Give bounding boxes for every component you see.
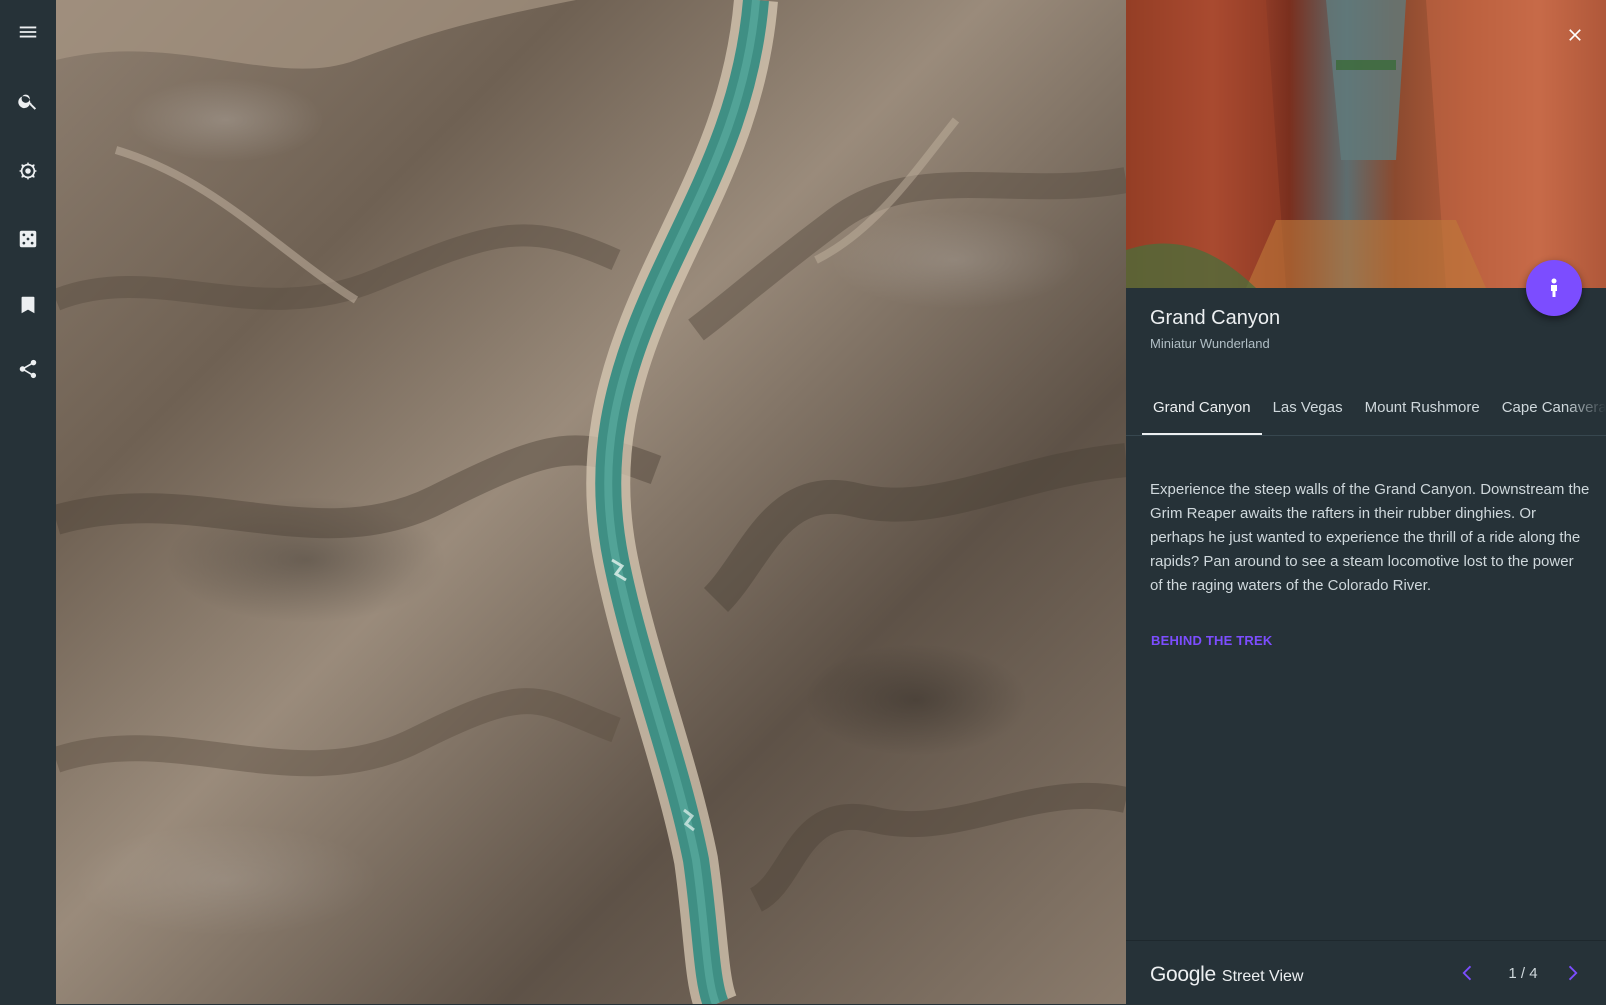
tab-grand-canyon[interactable]: Grand Canyon	[1142, 384, 1262, 435]
next-button[interactable]	[1558, 959, 1586, 987]
street-view-wordmark: Street View	[1221, 968, 1304, 985]
google-street-view-logo: Google Street View	[1150, 963, 1303, 987]
menu-icon	[19, 26, 37, 38]
place-title: Grand Canyon	[1150, 307, 1281, 329]
search-button[interactable]	[12, 85, 44, 117]
search-icon	[18, 94, 37, 110]
previous-button[interactable]	[1454, 959, 1482, 987]
street-view-pegman-button[interactable]	[1526, 260, 1582, 316]
satellite-map-view[interactable]	[56, 0, 1126, 1004]
left-nav-rail	[0, 0, 56, 1004]
location-tabs: Grand Canyon Las Vegas Mount Rushmore Cape …	[1142, 384, 1606, 435]
bookmarks-button[interactable]	[12, 289, 44, 321]
pegman-icon	[1551, 278, 1557, 297]
page-indicator: 1 / 4	[1508, 965, 1538, 982]
tab-mount-rushmore[interactable]: Mount Rushmore	[1354, 384, 1491, 435]
hero-photo[interactable]	[1126, 0, 1606, 288]
chevron-left-icon	[1462, 965, 1472, 981]
share-icon	[19, 359, 37, 379]
behind-the-trek-link[interactable]: BEHIND THE TREK	[1151, 633, 1272, 648]
place-description: Experience the steep walls of the Grand …	[1150, 481, 1590, 594]
panel-footer: Google Street View 1 / 4	[1126, 940, 1606, 1005]
share-button[interactable]	[12, 353, 44, 385]
close-icon	[1569, 29, 1581, 41]
tab-las-vegas[interactable]: Las Vegas	[1262, 384, 1354, 435]
tabs-overflow-fade	[1566, 384, 1606, 435]
place-subtitle: Miniatur Wunderland	[1150, 336, 1270, 351]
close-button[interactable]	[1560, 20, 1590, 50]
canyon-terrain	[56, 0, 1126, 1004]
chevron-right-icon	[1568, 965, 1578, 981]
dice-icon	[19, 230, 37, 248]
bookmark-icon	[21, 296, 35, 314]
menu-button[interactable]	[12, 16, 44, 48]
ship-wheel-icon	[18, 161, 38, 181]
info-panel: Grand Canyon Miniatur Wunderland Grand C…	[1126, 0, 1606, 1004]
google-wordmark: Google	[1150, 963, 1216, 986]
tabs-divider	[1126, 435, 1606, 436]
canyon-photo-art	[1126, 0, 1606, 288]
random-button[interactable]	[12, 223, 44, 255]
explore-button[interactable]	[12, 155, 44, 187]
